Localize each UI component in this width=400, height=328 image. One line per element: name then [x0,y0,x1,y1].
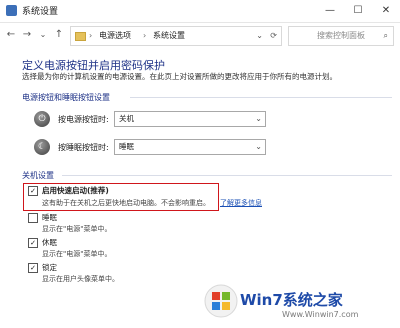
fast-startup-checkbox[interactable]: ✓ [28,186,38,196]
recent-dropdown-icon[interactable]: ⌄ [36,27,50,43]
search-placeholder: 搜索控制面板 [317,31,365,40]
up-icon[interactable]: ↑ [52,27,66,43]
sleep-button-label: 按睡眠按钮时: [58,143,109,152]
sleep-button-icon: ☾ [34,139,50,155]
watermark-brand: Win7系统之家 [240,291,343,309]
back-icon[interactable]: ← [4,27,18,43]
maximize-icon[interactable]: ☐ [344,0,372,22]
title-bar: 系统设置 — ☐ ✕ [0,0,400,23]
section-divider [62,175,392,176]
folder-icon [75,32,86,41]
power-button-label: 按电源按钮时: [58,115,109,124]
power-section-title: 电源按钮和睡眠按钮设置 [22,93,110,102]
watermark-url: Www.Winwin7.com [282,310,359,319]
search-input[interactable]: 搜索控制面板 ⌕ [288,26,394,46]
hibernate-option-label[interactable]: 休眠 [42,237,57,248]
fast-startup-description: 这有助于在关机之后更快地启动电脑。不会影响重启。 [42,199,210,207]
section-divider [130,97,392,98]
sleep-button-action-select[interactable]: 睡眠 ⌄ [114,139,266,155]
page-description: 选择最为你的计算机设置的电源设置。在此页上对设置所做的更改将应用于你所有的电源计… [22,72,337,81]
power-button-action-value: 关机 [119,114,134,123]
chevron-down-icon: ⌄ [255,142,262,151]
close-icon[interactable]: ✕ [372,0,400,22]
breadcrumb-system-settings[interactable]: 系统设置 [153,27,185,45]
shutdown-section-title: 关机设置 [22,171,54,180]
search-icon: ⌕ [383,31,388,40]
lock-option-label[interactable]: 锁定 [42,262,57,273]
breadcrumb-power-options[interactable]: 电源选项 [99,27,131,45]
breadcrumb-separator: › [143,31,147,40]
hibernate-option-description: 显示在"电源"菜单中。 [42,250,112,258]
breadcrumb-separator: › [89,31,93,40]
sleep-option-description: 显示在"电源"菜单中。 [42,225,112,233]
hibernate-option-checkbox[interactable]: ✓ [28,238,38,248]
power-button-action-select[interactable]: 关机 ⌄ [114,111,266,127]
forward-icon[interactable]: → [20,27,34,43]
windows-logo-icon [204,284,238,318]
window-title: 系统设置 [22,7,59,17]
refresh-icon[interactable]: ⟳ [270,27,277,45]
navigation-bar: ← → ⌄ ↑ › 电源选项 › 系统设置 ⌄ ⟳ 搜索控制面板 ⌕ [0,22,400,50]
sleep-button-action-value: 睡眠 [119,142,134,151]
learn-more-link[interactable]: 了解更多信息 [220,198,262,208]
sleep-option-checkbox[interactable] [28,213,38,223]
sleep-option-label[interactable]: 睡眠 [42,212,57,223]
lock-option-description: 显示在用户头像菜单中。 [42,275,119,283]
fast-startup-label[interactable]: 启用快速启动(推荐) [42,185,109,196]
power-button-icon: ⏻ [34,111,50,127]
chevron-down-icon: ⌄ [255,114,262,123]
address-bar[interactable]: › 电源选项 › 系统设置 ⌄ ⟳ [70,26,282,46]
address-dropdown-icon[interactable]: ⌄ [256,27,263,45]
lock-option-checkbox[interactable]: ✓ [28,263,38,273]
window-icon [6,5,17,16]
minimize-icon[interactable]: — [316,0,344,22]
